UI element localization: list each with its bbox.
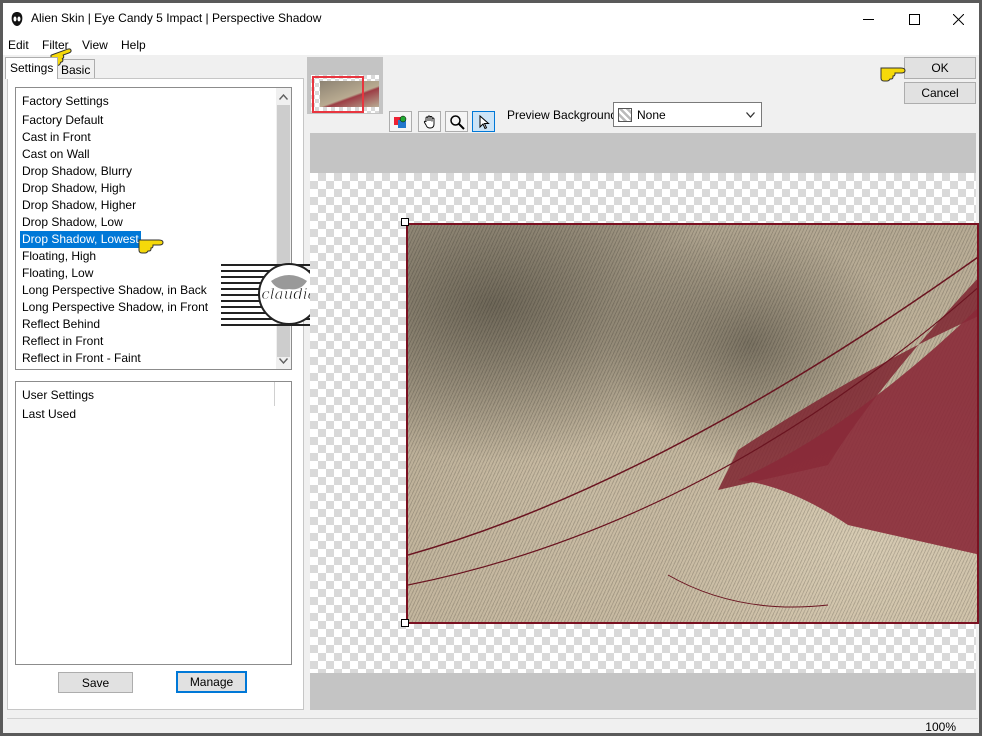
minimize-button[interactable] <box>845 3 891 35</box>
navigator-panel <box>307 57 383 114</box>
cancel-button[interactable]: Cancel <box>904 82 976 104</box>
resize-handle-icon[interactable] <box>401 619 409 627</box>
list-item[interactable]: Drop Shadow, Higher <box>20 197 138 214</box>
scroll-down-button[interactable] <box>276 352 291 369</box>
maximize-icon <box>908 13 920 25</box>
list-item[interactable]: Drop Shadow, Blurry <box>20 163 134 180</box>
pointing-hand-icon <box>880 67 906 82</box>
list-item[interactable]: Drop Shadow, Low <box>20 214 125 231</box>
preview-artwork <box>408 256 977 608</box>
list-item[interactable]: Long Perspective Shadow, in Back <box>20 282 209 299</box>
list-item[interactable]: Cast on Wall <box>20 146 92 163</box>
pointing-hand-icon <box>138 239 164 254</box>
factory-settings-list[interactable]: Factory Settings Factory Default Cast in… <box>15 87 292 370</box>
preview-top-band <box>310 133 976 173</box>
navigator-thumbnail[interactable] <box>311 75 379 113</box>
column-divider <box>274 382 275 406</box>
transparency-swatch-icon <box>618 108 632 122</box>
select-tool[interactable] <box>472 111 495 132</box>
list-item-selected[interactable]: Drop Shadow, Lowest <box>20 231 141 248</box>
preview-bottom-band <box>310 673 976 710</box>
list-item[interactable]: Factory Default <box>20 112 105 129</box>
window-title: Alien Skin | Eye Candy 5 Impact | Perspe… <box>31 11 322 25</box>
user-settings-header: User Settings <box>22 388 95 402</box>
navigator-viewport-frame[interactable] <box>312 76 364 113</box>
menu-bar: Edit Filter View Help <box>3 35 979 55</box>
list-item[interactable]: Reflect in Front - Faint <box>20 350 143 367</box>
preview-image[interactable] <box>406 223 979 624</box>
list-item[interactable]: Reflect in Front <box>20 333 105 350</box>
list-item[interactable]: Floating, High <box>20 248 98 265</box>
close-icon <box>952 13 964 25</box>
user-settings-list[interactable]: User Settings Last Used <box>15 381 292 665</box>
list-item[interactable]: Reflect Behind <box>20 316 102 333</box>
list-item[interactable]: Last Used <box>20 406 78 423</box>
magnifier-icon <box>449 114 465 130</box>
menu-view[interactable]: View <box>82 38 108 52</box>
list-item[interactable]: Long Perspective Shadow, in Front <box>20 299 210 316</box>
status-bar: 100% <box>7 718 978 734</box>
chevron-up-icon <box>279 93 288 100</box>
alien-skin-app-icon <box>11 12 23 26</box>
factory-settings-header: Factory Settings <box>22 94 109 108</box>
watermark-text: claudia <box>261 285 316 303</box>
menu-help[interactable]: Help <box>121 38 146 52</box>
zoom-level: 100% <box>925 720 956 734</box>
color-picker-tool[interactable] <box>389 111 412 132</box>
eye-candy-window: Alien Skin | Eye Candy 5 Impact | Perspe… <box>0 0 982 736</box>
manage-button[interactable]: Manage <box>176 671 247 693</box>
color-picker-icon <box>393 115 406 128</box>
list-item[interactable]: Cast in Front <box>20 129 93 146</box>
chevron-down-icon <box>279 357 288 364</box>
tab-settings[interactable]: Settings <box>5 57 59 79</box>
preview-background-select[interactable]: None <box>613 102 762 127</box>
title-bar: Alien Skin | Eye Candy 5 Impact | Perspe… <box>3 3 979 35</box>
hand-icon <box>423 115 434 128</box>
tab-settings-label: Settings <box>10 61 54 75</box>
preview-background-label: Preview Background: <box>507 108 621 122</box>
list-item[interactable]: Drop Shadow, High <box>20 180 127 197</box>
hand-tool[interactable] <box>418 111 441 132</box>
resize-handle-icon[interactable] <box>401 218 409 226</box>
arrow-pointer-icon <box>479 114 490 129</box>
chevron-down-icon <box>746 112 755 118</box>
minimize-icon <box>862 18 874 20</box>
menu-edit[interactable]: Edit <box>8 38 29 52</box>
list-item[interactable]: Floating, Low <box>20 265 95 282</box>
zoom-tool[interactable] <box>445 111 468 132</box>
preview-background-value: None <box>637 108 666 122</box>
maximize-button[interactable] <box>891 3 937 35</box>
close-button[interactable] <box>935 3 981 35</box>
save-button[interactable]: Save <box>58 672 133 693</box>
scroll-up-button[interactable] <box>276 88 291 105</box>
